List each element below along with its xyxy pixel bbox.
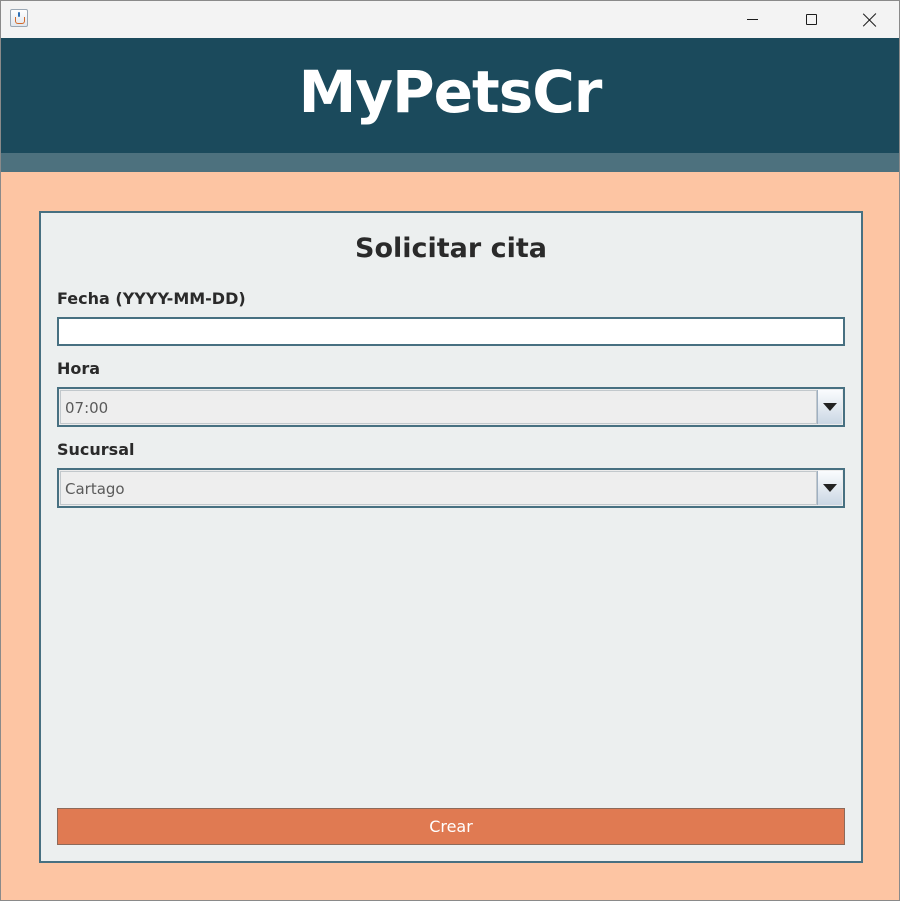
maximize-button[interactable]	[782, 1, 840, 38]
close-button[interactable]	[841, 1, 899, 38]
chevron-down-icon	[823, 403, 837, 411]
fecha-input[interactable]	[57, 317, 845, 346]
brand-title: MyPetsCr	[298, 57, 603, 126]
java-cup-shape	[15, 17, 25, 24]
sucursal-label: Sucursal	[57, 440, 135, 459]
hora-selected-value: 07:00	[65, 399, 109, 417]
sucursal-dropdown-button[interactable]	[817, 471, 842, 505]
form-title: Solicitar cita	[355, 233, 547, 264]
minimize-button[interactable]	[723, 1, 781, 38]
sucursal-select[interactable]: Cartago	[57, 468, 845, 508]
hora-label: Hora	[57, 359, 101, 378]
java-app-icon[interactable]	[10, 9, 28, 27]
crear-button[interactable]: Crear	[57, 808, 845, 845]
app-window: MyPetsCr Solicitar cita Fecha (YYYY-MM-D…	[0, 0, 900, 901]
sucursal-select-display: Cartago	[60, 471, 817, 505]
hora-select-display: 07:00	[60, 390, 817, 424]
hora-select[interactable]: 07:00	[57, 387, 845, 427]
hora-dropdown-button[interactable]	[817, 390, 842, 424]
appointment-form: Solicitar cita Fecha (YYYY-MM-DD) Hora 0…	[39, 211, 863, 863]
title-bar[interactable]	[1, 1, 899, 38]
fecha-label: Fecha (YYYY-MM-DD)	[57, 289, 246, 308]
header-strip	[1, 153, 899, 172]
app-header: MyPetsCr	[1, 38, 899, 153]
chevron-down-icon	[823, 484, 837, 492]
sucursal-selected-value: Cartago	[65, 480, 125, 498]
close-icon	[863, 13, 877, 27]
maximize-icon	[805, 14, 817, 25]
minimize-icon	[746, 19, 758, 20]
